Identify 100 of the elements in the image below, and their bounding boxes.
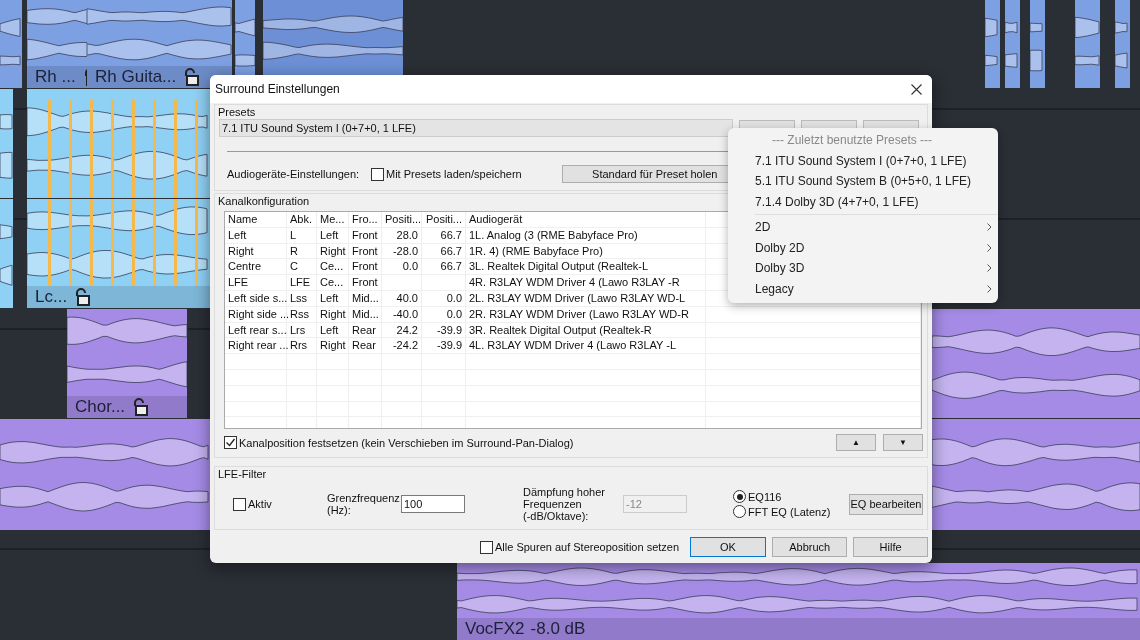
column-header[interactable]: Abk. (287, 212, 317, 227)
group-label: Kanalkonfiguration (218, 194, 310, 208)
table-cell: Lss (287, 291, 317, 306)
submenu-item[interactable]: Dolby 2D (755, 237, 805, 258)
audio-clip[interactable]: Chor... (67, 309, 188, 418)
eq-edit-button[interactable]: EQ bearbeiten (849, 493, 923, 515)
table-cell: 40.0 (382, 291, 422, 306)
close-icon[interactable] (911, 83, 922, 95)
clip-name: VocFX2 (465, 619, 525, 639)
table-cell: Right (225, 243, 287, 259)
move-down-button[interactable]: ▼ (883, 434, 923, 451)
table-cell: Right (317, 243, 349, 259)
audio-clip[interactable] (932, 309, 1140, 418)
column-header[interactable]: Name (225, 212, 287, 227)
audio-clip[interactable]: VocFX2 -8.0 dB (457, 563, 1140, 640)
table-cell: Left side s... (225, 291, 287, 306)
menu-item[interactable]: 7.1.4 Dolby 3D (4+7+0, 1 LFE) (728, 191, 998, 212)
table-cell: 4L. R3LAY WDM Driver 4 (Lawo R3LAY -L (466, 338, 706, 354)
table-cell: 2L. R3LAY WDM Driver (Lawo R3LAY WD-L (466, 291, 706, 306)
audio-clip[interactable] (0, 419, 211, 530)
radio-button[interactable] (733, 490, 746, 503)
audio-clip[interactable] (1005, 0, 1021, 88)
table-cell: Left (317, 227, 349, 243)
table-cell: 28.0 (382, 227, 422, 243)
radio-button[interactable] (733, 505, 746, 518)
audio-clip[interactable] (1115, 0, 1131, 88)
table-cell: Left (225, 227, 287, 243)
table-cell: -24.2 (382, 338, 422, 354)
audio-clip[interactable]: Rh ... (27, 0, 88, 88)
dialog-button[interactable]: Abbruch (772, 537, 848, 557)
table-cell: 1L. Analog (3 (RME Babyface Pro) (466, 227, 706, 243)
dialog-button[interactable]: OK (689, 537, 767, 557)
submenu-item[interactable]: Legacy (755, 278, 794, 299)
submenu-item[interactable]: 2D (755, 217, 771, 238)
audio-clip[interactable] (27, 89, 211, 198)
column-header[interactable]: Positi... (422, 212, 466, 227)
audio-clip[interactable] (1030, 0, 1046, 88)
table-cell: 3R. Realtek Digital Output (Realtek-R (466, 322, 706, 338)
column-header[interactable]: Fro... (349, 212, 382, 227)
checkbox[interactable]: Alle Spuren auf Stereoposition setzen (480, 540, 684, 554)
checkbox[interactable]: Kanalposition festsetzen (kein Verschieben im Surround-Pan-Dialog) (224, 436, 574, 449)
table-cell: Front (349, 243, 382, 259)
table-cell: Right side ... (225, 306, 287, 322)
audio-clip[interactable] (0, 89, 14, 198)
radio-label[interactable]: EQ116 (748, 490, 782, 503)
table-cell: Front (349, 259, 382, 275)
table-cell: Ce... (317, 259, 349, 275)
clip-name: Rh Guita... (95, 67, 177, 87)
field-label: Audiogeräte-Einstellungen: (227, 168, 361, 180)
audio-clip[interactable] (263, 0, 404, 75)
table-cell: Rear (349, 322, 382, 338)
preset-dropdown[interactable]: 7.1 ITU Sound System I (0+7+0, 1 LFE) (219, 119, 733, 137)
audio-clip[interactable] (0, 199, 14, 308)
column-header[interactable]: Positi... (382, 212, 422, 227)
table-cell: Front (349, 227, 382, 243)
table-cell: Right rear ... (225, 338, 287, 354)
checkbox[interactable]: Aktiv (233, 497, 327, 511)
submenu-item[interactable]: Dolby 3D (755, 258, 805, 279)
table-cell: C (287, 259, 317, 275)
clip-name: Lc... (35, 287, 68, 307)
column-header[interactable]: Audiogerät (466, 212, 706, 227)
checkbox[interactable]: Mit Presets laden/speichern (371, 167, 522, 181)
table-cell: R (287, 243, 317, 259)
clip-volume: -8.0 dB (530, 619, 586, 639)
table-cell: Right (317, 306, 349, 322)
check-icon (225, 437, 236, 448)
audio-clip[interactable] (985, 0, 1001, 88)
chevron-icon (987, 284, 992, 293)
table-cell: Centre (225, 259, 287, 275)
field-label: Grenzfrequenz (Hz): (327, 492, 397, 516)
table-cell: Right (317, 338, 349, 354)
table-cell: 3L. Realtek Digital Output (Realtek-L (466, 259, 706, 275)
audio-clip[interactable]: Lc... (27, 199, 211, 308)
table-cell: Front (349, 275, 382, 290)
table-cell: L (287, 227, 317, 243)
audio-clip[interactable] (932, 419, 1140, 530)
table-cell: -39.9 (422, 322, 466, 338)
audio-clip[interactable] (0, 0, 23, 88)
table-cell: 24.2 (382, 322, 422, 338)
table-cell: Left rear s... (225, 322, 287, 338)
table-cell: -28.0 (382, 243, 422, 259)
table-cell: -40.0 (382, 306, 422, 322)
chevron-icon (987, 243, 992, 252)
audio-clip[interactable] (1075, 0, 1101, 88)
table-cell: 66.7 (422, 243, 466, 259)
chevron-icon (987, 264, 992, 273)
table-cell: Left (317, 322, 349, 338)
input-field[interactable]: 100 (401, 495, 465, 513)
table-cell: 0.0 (382, 259, 422, 275)
radio-label[interactable]: FFT EQ (Latenz) (748, 505, 831, 518)
table-cell: 66.7 (422, 227, 466, 243)
table-cell: 1R. 4) (RME Babyface Pro) (466, 243, 706, 259)
group-label: LFE-Filter (218, 467, 267, 481)
column-header[interactable]: Me... (317, 212, 349, 227)
table-cell: Ce... (317, 275, 349, 290)
move-up-button[interactable]: ▲ (836, 434, 876, 451)
table-cell: 4R. R3LAY WDM Driver 4 (Lawo R3LAY -R (466, 275, 706, 290)
table-cell: LFE (287, 275, 317, 290)
group-label: Presets (218, 105, 256, 119)
dialog-button[interactable]: Hilfe (853, 537, 928, 557)
